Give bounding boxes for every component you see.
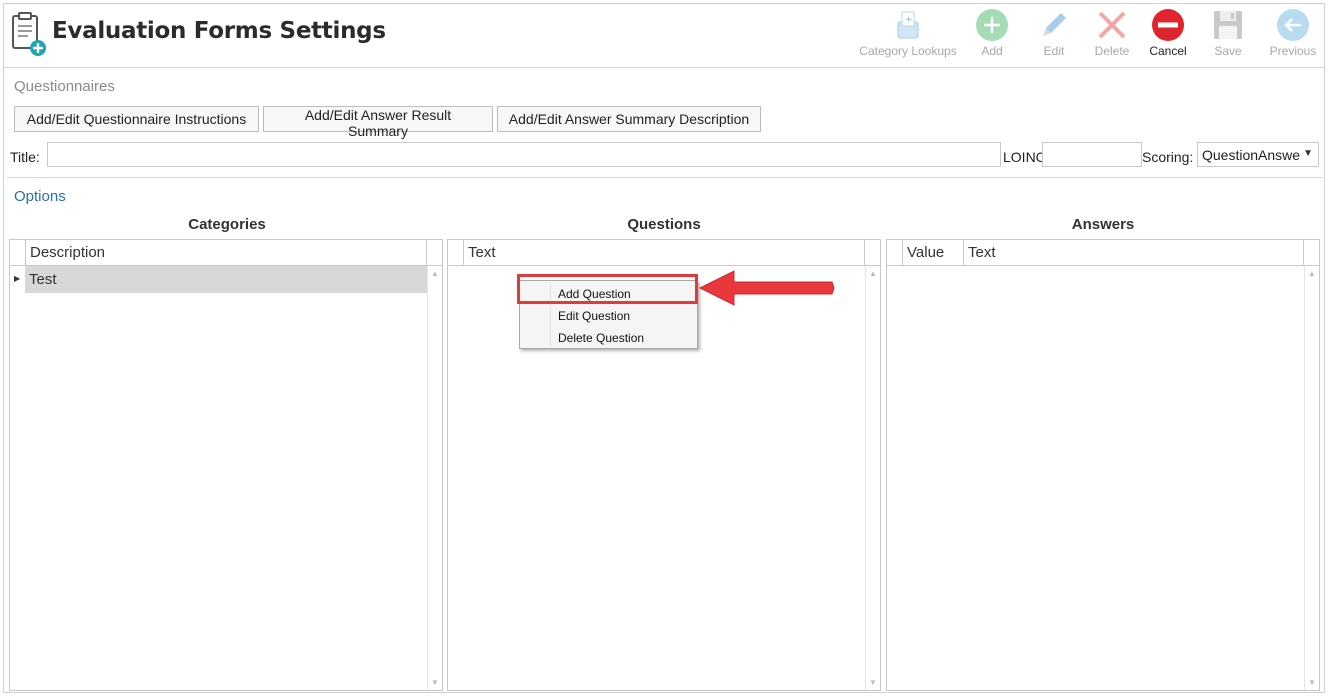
- table-row[interactable]: Test: [25, 266, 428, 293]
- svg-text:+: +: [905, 15, 913, 25]
- cancel-button[interactable]: Cancel: [1146, 8, 1190, 64]
- loinc-label: LOINC: [1003, 149, 1046, 165]
- cancel-label: Cancel: [1149, 44, 1187, 58]
- options-heading: Options: [14, 188, 66, 205]
- column-header-text[interactable]: Text: [463, 240, 866, 266]
- save-label: Save: [1214, 44, 1242, 58]
- categories-header: Description: [10, 240, 442, 266]
- scoring-select[interactable]: QuestionAnswe ▼: [1197, 142, 1319, 167]
- answers-header: Value Text: [887, 240, 1319, 266]
- scroll-up-icon[interactable]: ▲: [431, 269, 439, 278]
- category-lookups-button[interactable]: + Category Lookups: [856, 8, 960, 64]
- scroll-down-icon[interactable]: ▼: [869, 678, 877, 687]
- previous-icon: [1277, 9, 1309, 41]
- column-header-value[interactable]: Value: [902, 240, 963, 266]
- questions-header: Text: [448, 240, 880, 266]
- previous-label: Previous: [1269, 44, 1317, 58]
- edit-summary-description-button[interactable]: Add/Edit Answer Summary Description: [497, 106, 761, 132]
- delete-label: Delete: [1094, 44, 1130, 58]
- categories-grid[interactable]: Description ▶ Test ▲ ▼: [9, 239, 443, 691]
- menu-item-delete-question[interactable]: Delete Question: [520, 327, 697, 349]
- categories-title: Categories: [188, 216, 266, 233]
- questions-title: Questions: [627, 216, 701, 233]
- title-input[interactable]: [47, 142, 1001, 167]
- answers-grid[interactable]: Value Text ▲ ▼: [886, 239, 1320, 691]
- scroll-up-icon[interactable]: ▲: [1308, 269, 1316, 278]
- scoring-value: QuestionAnswe: [1202, 147, 1301, 163]
- menu-item-edit-question[interactable]: Edit Question: [520, 305, 697, 327]
- options-section: Options Categories Questions Answers Des…: [7, 177, 1323, 693]
- cancel-icon: [1152, 9, 1184, 41]
- row-indicator-icon: ▶: [14, 274, 21, 283]
- category-lookups-label: Category Lookups: [859, 44, 957, 58]
- previous-button[interactable]: Previous: [1268, 8, 1318, 64]
- edit-result-summary-button[interactable]: Add/Edit Answer Result Summary: [263, 106, 493, 139]
- scoring-label: Scoring:: [1142, 149, 1194, 165]
- page-title: Evaluation Forms Settings: [52, 18, 386, 44]
- loinc-input[interactable]: [1042, 142, 1142, 167]
- answers-title: Answers: [1071, 216, 1135, 233]
- add-icon: [976, 9, 1008, 41]
- delete-button[interactable]: Delete: [1090, 8, 1134, 64]
- evaluation-form-icon: [12, 12, 46, 56]
- questions-scrollbar[interactable]: ▲ ▼: [865, 266, 880, 690]
- column-header-text[interactable]: Text: [963, 240, 1305, 266]
- annotation-arrow-icon: [698, 270, 835, 306]
- categories-scrollbar[interactable]: ▲ ▼: [427, 266, 442, 690]
- questionnaires-heading: Questionnaires: [14, 78, 115, 95]
- title-label: Title:: [10, 149, 40, 165]
- questionnaires-section: Questionnaires Add/Edit Questionnaire In…: [7, 68, 1321, 176]
- column-header-description[interactable]: Description: [25, 240, 428, 266]
- header: Evaluation Forms Settings + Category Loo…: [4, 4, 1324, 68]
- edit-icon: [1043, 13, 1066, 36]
- category-lookups-icon: +: [897, 11, 919, 39]
- annotation-highlight-box: [517, 274, 698, 304]
- edit-label: Edit: [1043, 44, 1065, 58]
- edit-instructions-button[interactable]: Add/Edit Questionnaire Instructions: [14, 106, 259, 132]
- save-button[interactable]: Save: [1208, 8, 1248, 64]
- add-label: Add: [981, 44, 1003, 58]
- scroll-down-icon[interactable]: ▼: [1308, 678, 1316, 687]
- window: Evaluation Forms Settings + Category Loo…: [3, 3, 1325, 693]
- scroll-up-icon[interactable]: ▲: [869, 269, 877, 278]
- answers-scrollbar[interactable]: ▲ ▼: [1304, 266, 1319, 690]
- add-button[interactable]: Add: [972, 8, 1012, 64]
- delete-icon: [1098, 11, 1126, 39]
- edit-button[interactable]: Edit: [1034, 8, 1074, 64]
- chevron-down-icon: ▼: [1303, 148, 1313, 159]
- scroll-down-icon[interactable]: ▼: [431, 678, 439, 687]
- save-icon: [1214, 11, 1242, 39]
